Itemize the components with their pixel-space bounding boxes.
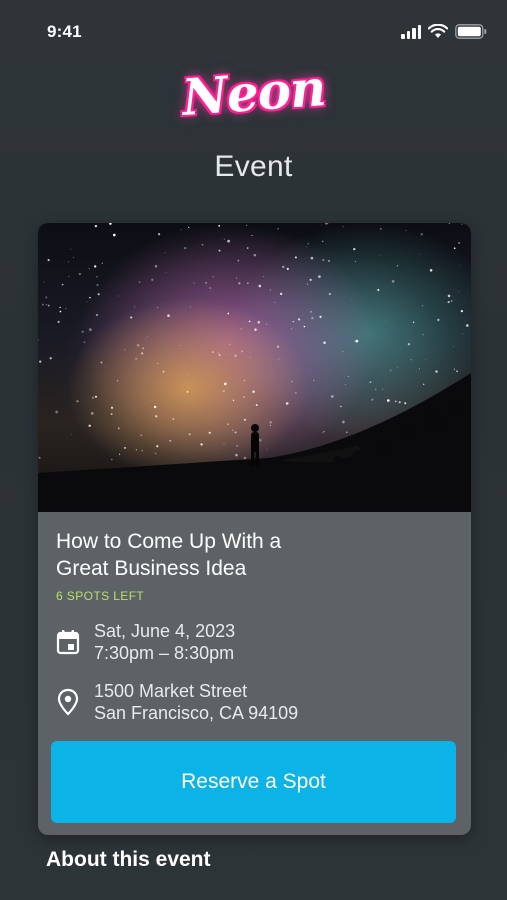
event-date-row: Sat, June 4, 2023 7:30pm – 8:30pm (56, 620, 235, 664)
battery-icon (455, 24, 487, 39)
event-title-line1: How to Come Up With a (56, 530, 282, 553)
about-title: About this event (46, 848, 211, 871)
event-title-line2: Great Business Idea (56, 557, 247, 580)
event-card: How to Come Up With a Great Business Ide… (38, 223, 471, 835)
calendar-icon (56, 630, 80, 655)
signal-icon (401, 24, 421, 39)
event-location-row[interactable]: 1500 Market Street San Francisco, CA 941… (56, 680, 298, 724)
reserve-spot-button[interactable]: Reserve a Spot (51, 741, 456, 823)
event-time: 7:30pm – 8:30pm (94, 643, 235, 663)
address-line2: San Francisco, CA 94109 (94, 703, 299, 723)
event-date: Sat, June 4, 2023 (94, 621, 236, 641)
spots-left-label: 6 SPOTS LEFT (56, 589, 145, 603)
logo-text: Neon (180, 57, 327, 127)
event-hero-image (38, 223, 471, 512)
neon-logo: Neon (0, 52, 507, 132)
address-line1: 1500 Market Street (94, 681, 248, 701)
page-title: Event (214, 150, 293, 183)
location-pin-icon (56, 688, 80, 716)
wifi-icon (428, 24, 448, 39)
status-time: 9:41 (47, 22, 82, 41)
status-icons (401, 24, 487, 39)
event-title: How to Come Up With a Great Business Ide… (56, 528, 436, 582)
